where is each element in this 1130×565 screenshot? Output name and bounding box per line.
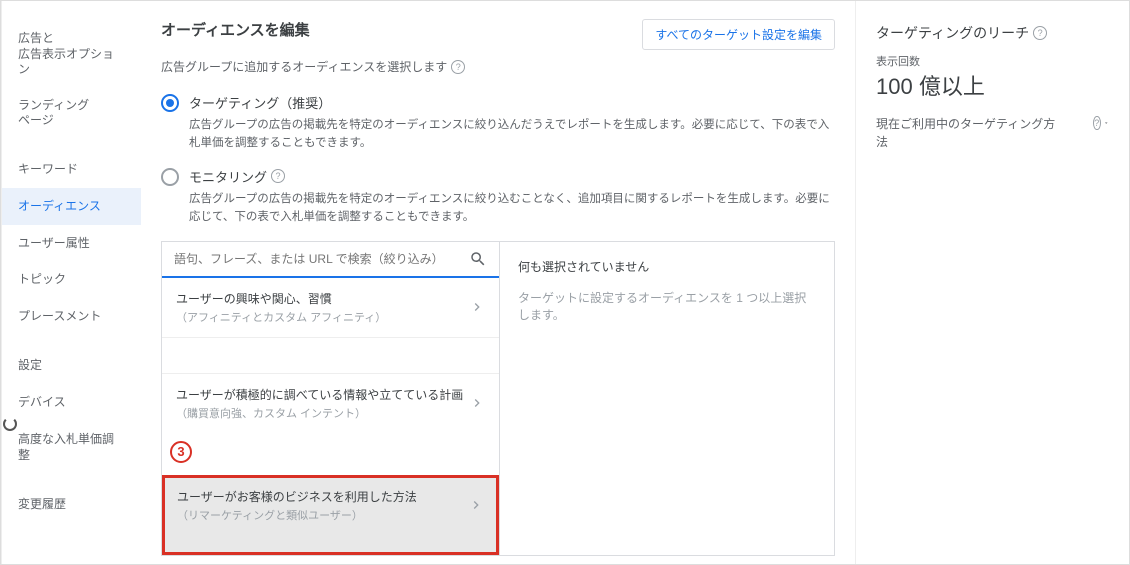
sidebar-item-settings[interactable]: 設定 <box>2 347 141 384</box>
impressions-label: 表示回数 <box>876 53 1109 69</box>
search-icon[interactable] <box>469 250 487 268</box>
sidebar-item-placements[interactable]: プレースメント <box>2 298 141 335</box>
option-remarketing-title: ユーザーがお客様のビジネスを利用した方法 <box>177 488 417 505</box>
reach-panel: ターゲティングのリーチ ? 表示回数 100 億以上 現在ご利用中のターゲティン… <box>855 1 1129 564</box>
sidebar-item-ads-extensions[interactable]: 広告と 広告表示オプション <box>2 21 141 88</box>
option-remarketing-wrap: 3 ユーザーがお客様のビジネスを利用した方法 （リマーケティングと類似ユーザー） <box>162 475 499 555</box>
radio-label-targeting: ターゲティング（推奨） <box>189 93 835 112</box>
impressions-value: 100 億以上 <box>876 69 1109 101</box>
audience-picker: ユーザーの興味や関心、習慣 （アフィニティとカスタム アフィニティ） ユーザーが… <box>162 242 500 555</box>
page-title: オーディエンスを編集 <box>161 19 310 40</box>
expand-reach-button[interactable]: ? <box>1093 115 1109 131</box>
option-in-market-title: ユーザーが積極的に調べている情報や立てている計画 <box>176 386 463 403</box>
radio-label-monitoring: モニタリング ? <box>189 167 835 186</box>
radio-desc-monitoring: 広告グループの広告の掲載先を特定のオーディエンスに絞り込むことなく、追加項目に関… <box>189 190 835 227</box>
radio-button-monitoring[interactable] <box>161 168 179 186</box>
edit-all-targeting-button[interactable]: すべてのターゲット設定を編集 <box>642 19 835 50</box>
sidebar: 広告と 広告表示オプション ランディング ページ キーワード オーディエンス ユ… <box>1 1 141 564</box>
sidebar-item-devices[interactable]: デバイス <box>2 384 141 421</box>
option-remarketing[interactable]: ユーザーがお客様のビジネスを利用した方法 （リマーケティングと類似ユーザー） <box>165 478 496 533</box>
help-icon[interactable]: ? <box>271 169 285 183</box>
chevron-right-icon <box>469 299 485 315</box>
help-icon[interactable]: ? <box>451 60 465 74</box>
radio-button-targeting[interactable] <box>161 94 179 112</box>
sidebar-item-topics[interactable]: トピック <box>2 261 141 298</box>
radio-monitoring[interactable]: モニタリング ? 広告グループの広告の掲載先を特定のオーディエンスに絞り込むこと… <box>161 167 835 227</box>
sidebar-item-bid-adjustments[interactable]: 高度な入札単価調整 <box>2 421 141 475</box>
option-affinity[interactable]: ユーザーの興味や関心、習慣 （アフィニティとカスタム アフィニティ） <box>162 278 499 338</box>
option-affinity-title: ユーザーの興味や関心、習慣 <box>176 290 386 307</box>
selected-audiences-panel: 何も選択されていません ターゲットに設定するオーディエンスを 1 つ以上選択しま… <box>500 242 834 555</box>
sidebar-item-landing-page[interactable]: ランディング ページ <box>2 88 141 139</box>
option-affinity-sub: （アフィニティとカスタム アフィニティ） <box>176 309 386 325</box>
subtitle-text: 広告グループに追加するオーディエンスを選択します <box>161 58 447 75</box>
option-remarketing-sub: （リマーケティングと類似ユーザー） <box>177 507 417 523</box>
radio-targeting[interactable]: ターゲティング（推奨） 広告グループの広告の掲載先を特定のオーディエンスに絞り込… <box>161 93 835 153</box>
loading-spinner-icon <box>3 417 17 431</box>
chevron-down-icon <box>1103 116 1109 130</box>
reach-title-text: ターゲティングのリーチ <box>876 23 1029 43</box>
main-content: オーディエンスを編集 すべてのターゲット設定を編集 広告グループに追加するオーデ… <box>141 1 855 564</box>
option-in-market-sub: （購買意向強、カスタム インテント） <box>176 405 463 421</box>
search-input[interactable] <box>174 252 469 266</box>
radio-desc-targeting: 広告グループの広告の掲載先を特定のオーディエンスに絞り込んだうえでレポートを生成… <box>189 116 835 153</box>
empty-selection-label: 何も選択されていません <box>518 258 816 275</box>
audience-panels: ユーザーの興味や関心、習慣 （アフィニティとカスタム アフィニティ） ユーザーが… <box>161 241 835 556</box>
option-in-market[interactable]: ユーザーが積極的に調べている情報や立てている計画 （購買意向強、カスタム インテ… <box>162 373 499 433</box>
sidebar-item-audiences[interactable]: オーディエンス <box>2 188 141 225</box>
page-subtitle: 広告グループに追加するオーディエンスを選択します ? <box>161 58 835 75</box>
reach-current-desc: 現在ご利用中のターゲティング方法 <box>876 115 1056 151</box>
sidebar-item-change-history[interactable]: 変更履歴 <box>2 486 141 523</box>
empty-selection-hint: ターゲットに設定するオーディエンスを 1 つ以上選択します。 <box>518 289 816 323</box>
chevron-right-icon <box>468 497 484 513</box>
sidebar-item-keywords[interactable]: キーワード <box>2 151 141 188</box>
help-icon[interactable]: ? <box>1093 116 1101 130</box>
annotation-marker-3: 3 <box>170 441 192 463</box>
radio-label-monitoring-text: モニタリング <box>189 167 267 186</box>
chevron-right-icon <box>469 395 485 411</box>
help-icon[interactable]: ? <box>1033 26 1047 40</box>
reach-title: ターゲティングのリーチ ? <box>876 23 1109 43</box>
sidebar-item-demographics[interactable]: ユーザー属性 <box>2 225 141 262</box>
